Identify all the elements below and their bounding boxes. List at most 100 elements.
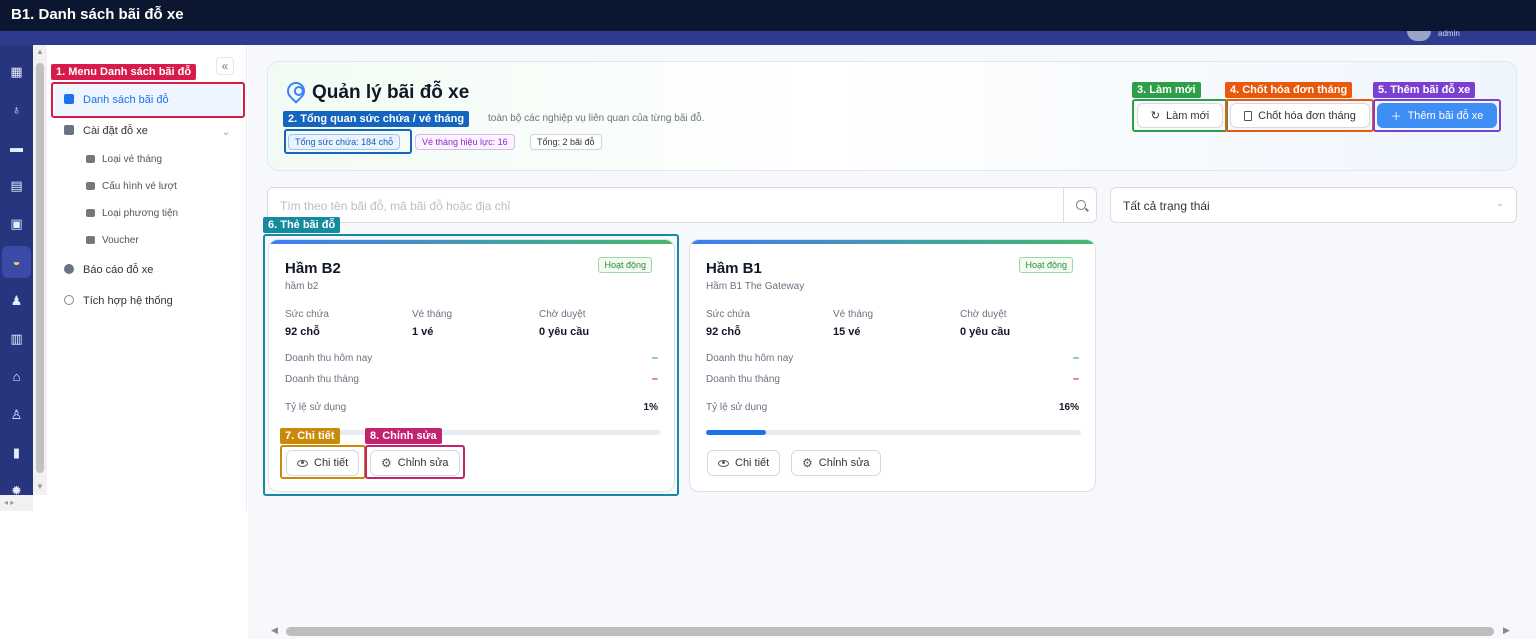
building-icon[interactable]: ▦ [8, 63, 25, 80]
voucher-icon [86, 236, 95, 244]
scroll-right-icon[interactable]: ▶ [1503, 625, 1510, 636]
menu-item-vehicle-types[interactable]: Loại phương tiện [86, 208, 178, 219]
revenue-month-label: Doanh thu tháng [285, 374, 359, 385]
main-hscrollbar[interactable]: ◀ ▶ [248, 624, 1536, 639]
monthly-value: 15 vé [833, 326, 861, 338]
chat-icon[interactable]: ▬ [8, 139, 25, 156]
integration-icon [64, 295, 74, 305]
menu-item-voucher[interactable]: Voucher [86, 235, 139, 246]
route-icon[interactable]: ♁ [8, 101, 25, 118]
lot-code: hầm b2 [285, 281, 319, 292]
users-icon[interactable]: ♟ [8, 292, 25, 309]
person-icon[interactable]: ♙ [8, 406, 25, 423]
window-title: B1. Danh sách bãi đỗ xe [11, 6, 184, 23]
calendar-icon [86, 155, 95, 163]
menu-item-label: Danh sách bãi đỗ [83, 94, 169, 106]
total-capacity-badge: Tổng sức chứa: 184 chỗ [288, 134, 401, 150]
lot-name: Hầm B1 [706, 260, 762, 277]
briefcase-icon[interactable]: ▣ [8, 215, 25, 232]
car-icon[interactable]: ◒ [2, 246, 31, 278]
revenue-month-label: Doanh thu tháng [706, 374, 780, 385]
gear-icon[interactable]: ✹ [8, 482, 25, 495]
menu-item-parking-settings[interactable]: Cài đặt đỗ xe [64, 125, 148, 137]
scroll-down-icon[interactable]: ▼ [36, 482, 44, 491]
parking-icon [64, 94, 74, 104]
scroll-thumb[interactable] [286, 627, 1494, 636]
collapse-menu-button[interactable]: « [216, 57, 234, 75]
usage-progress [285, 430, 660, 435]
menu-scrollbar[interactable]: ▲ ▼ [33, 45, 47, 495]
car-icon [86, 209, 95, 217]
user-name[interactable]: admin [1438, 30, 1460, 38]
detail-button[interactable]: Chi tiết [286, 450, 360, 476]
monthly-label: Vé tháng [833, 309, 874, 320]
revenue-today-label: Doanh thu hôm nay [706, 353, 794, 364]
revenue-month-value: – [1072, 373, 1079, 385]
detail-label: Chi tiết [735, 457, 770, 469]
plus-icon: ＋ [1390, 110, 1402, 123]
parking-lot-card[interactable]: Hầm B1 Hầm B1 The Gateway Hoạt động Sức … [689, 239, 1096, 492]
lot-name: Hầm B2 [285, 260, 341, 277]
parking-icon [64, 125, 74, 135]
eye-icon [297, 459, 308, 467]
chevron-down-icon: ⌄ [1496, 198, 1504, 208]
avatar[interactable] [1407, 31, 1431, 41]
store-icon[interactable]: ⌂ [8, 368, 25, 385]
scroll-thumb[interactable] [36, 63, 44, 473]
revenue-today-value: – [1072, 352, 1079, 364]
usage-label: Tỷ lệ sử dụng [285, 402, 347, 413]
page-description: toàn bộ các nghiệp vụ liên quan của từng… [488, 113, 705, 124]
scroll-up-icon[interactable]: ▲ [36, 47, 44, 56]
menu-item-parking-report[interactable]: Báo cáo đỗ xe [64, 264, 153, 276]
search-placeholder: Tìm theo tên bãi đỗ, mã bãi đỗ hoặc địa … [280, 199, 511, 213]
search-icon [1075, 200, 1086, 210]
status-badge: Hoạt động [598, 257, 652, 273]
usage-progress-fill [706, 430, 766, 435]
icon-rail: ▦ ♁ ▬ ▤ ▣ ◒ ♟ ▥ ⌂ ♙ ▮ ✹ [0, 45, 33, 495]
annotation-label-close-invoice: 4. Chốt hóa đơn tháng [1225, 82, 1353, 98]
edit-label: Chỉnh sửa [397, 457, 449, 469]
menu-hscroll[interactable]: ◂ ▸ [0, 495, 33, 511]
chart-icon[interactable]: ▮ [8, 444, 25, 461]
capacity-value: 92 chỗ [706, 326, 741, 338]
report-icon [64, 264, 74, 274]
app-header: admin [0, 30, 1536, 45]
menu-item-per-trip-config[interactable]: Cấu hình vé lượt [86, 181, 177, 192]
status-badge: Hoạt động [1019, 257, 1073, 273]
annotation-label-refresh: 3. Làm mới [1132, 82, 1201, 98]
menu-item-label: Loại vé tháng [102, 154, 163, 165]
monthly-value: 1 vé [412, 326, 434, 338]
menu-item-label: Tích hợp hệ thống [83, 295, 173, 307]
revenue-month-value: – [651, 373, 658, 385]
menu-item-monthly-ticket-types[interactable]: Loại vé tháng [86, 154, 162, 165]
add-parking-lot-label: Thêm bãi đỗ xe [1407, 109, 1484, 122]
usage-percent: 16% [1058, 402, 1079, 413]
menu-item-system-integration[interactable]: Tích hợp hệ thống [64, 295, 173, 307]
calculator-icon[interactable]: ▤ [8, 177, 25, 194]
menu-item-label: Loại phương tiện [102, 208, 179, 219]
pending-label: Chờ duyệt [539, 309, 586, 320]
scroll-left-icon[interactable]: ◀ [271, 625, 278, 636]
usage-percent: 1% [643, 402, 658, 413]
annotation-label-card: 6. Thẻ bãi đỗ [263, 217, 341, 233]
status-select[interactable]: Tất cả trạng thái ⌄ [1110, 187, 1517, 223]
refresh-button[interactable]: ↻ Làm mới [1137, 103, 1223, 128]
capacity-value: 92 chỗ [285, 326, 320, 338]
usage-progress [706, 430, 1081, 435]
menu-item-parking-list[interactable]: Danh sách bãi đỗ [55, 85, 241, 116]
parking-lot-card[interactable]: Hầm B2 hầm b2 Hoạt động Sức chứa Vé thán… [268, 239, 675, 492]
close-invoice-button[interactable]: Chốt hóa đơn tháng [1230, 103, 1370, 128]
gear-icon: ⚙ [802, 456, 813, 470]
search-button[interactable] [1063, 187, 1097, 223]
add-parking-lot-button[interactable]: ＋ Thêm bãi đỗ xe [1377, 103, 1497, 128]
capacity-label: Sức chứa [706, 309, 750, 320]
search-input[interactable]: Tìm theo tên bãi đỗ, mã bãi đỗ hoặc địa … [267, 187, 1097, 223]
edit-button[interactable]: ⚙ Chỉnh sửa [791, 450, 881, 476]
capacity-label: Sức chứa [285, 309, 329, 320]
edit-button[interactable]: ⚙ Chỉnh sửa [370, 450, 460, 476]
close-invoice-label: Chốt hóa đơn tháng [1258, 109, 1356, 122]
annotation-label-menu: 1. Menu Danh sách bãi đỗ [51, 64, 197, 80]
chevron-down-icon[interactable]: ⌄ [222, 127, 230, 138]
company-icon[interactable]: ▥ [8, 330, 25, 347]
detail-button[interactable]: Chi tiết [707, 450, 781, 476]
